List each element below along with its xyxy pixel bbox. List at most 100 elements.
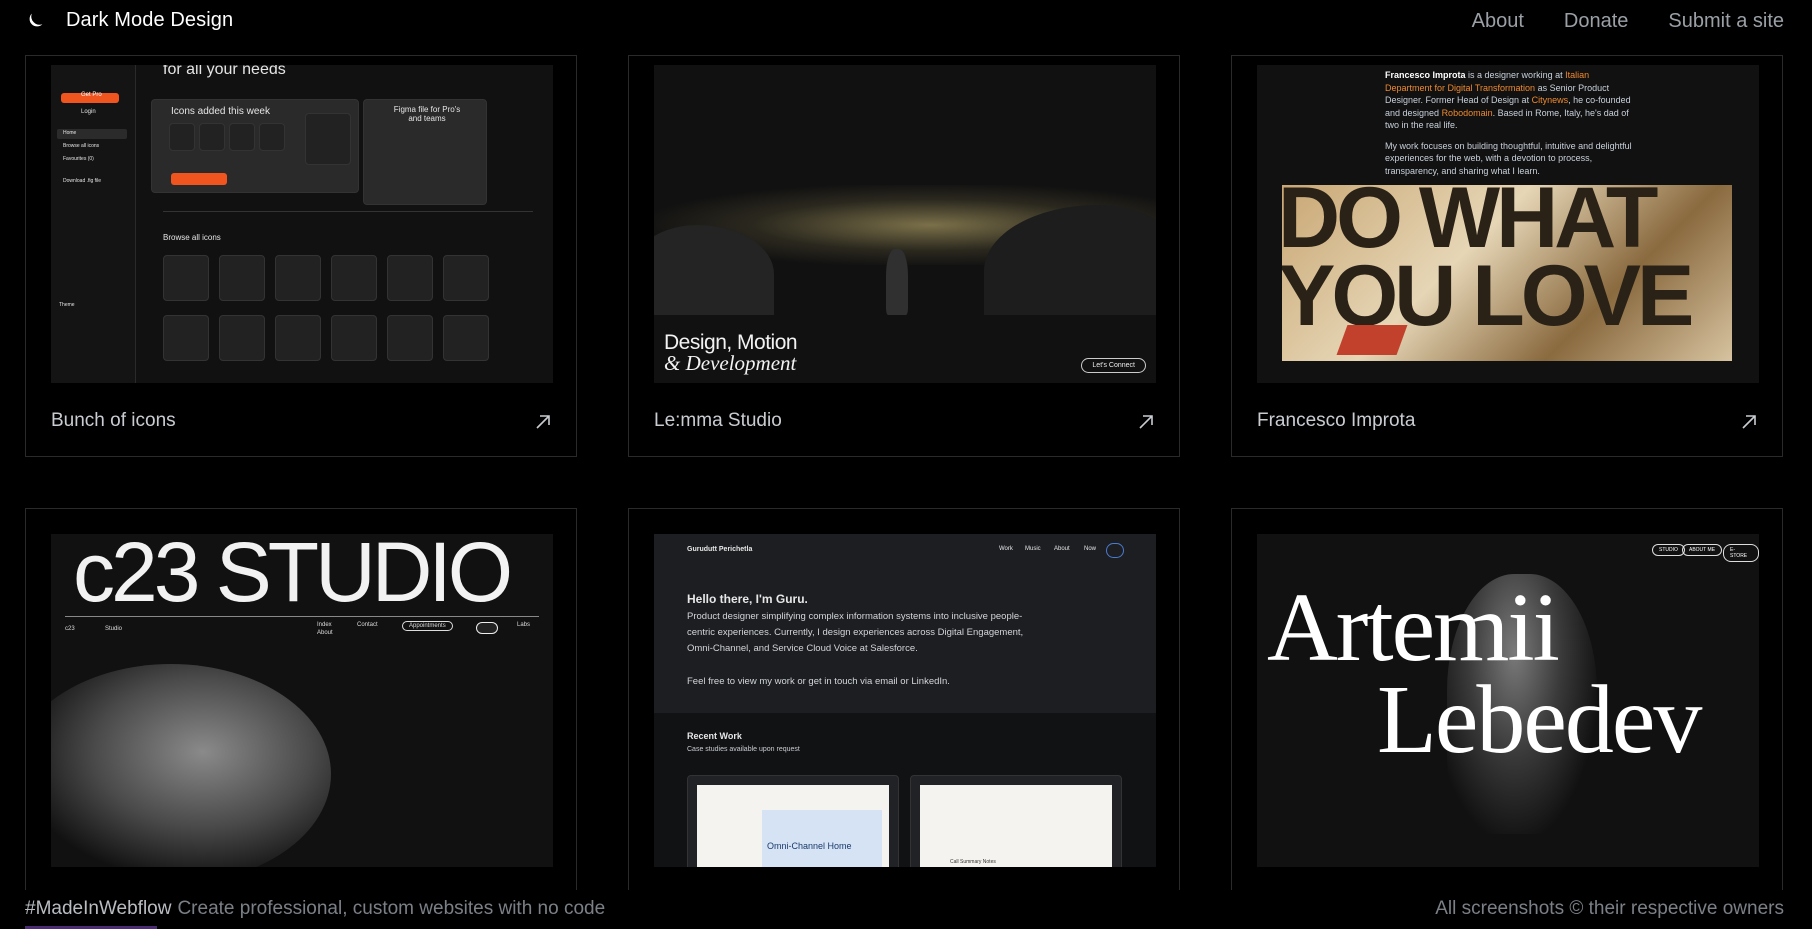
screenshot-icon-tile: [387, 315, 433, 361]
screenshot-icon-tile: [275, 315, 321, 361]
screenshot-recent-title: Recent Work: [687, 731, 742, 741]
screenshot-divider: [163, 211, 533, 212]
screenshot-icon-tile: [387, 255, 433, 301]
screenshot-nav-item: Index: [317, 622, 332, 628]
screenshot-nav-item: About: [1054, 546, 1070, 552]
screenshot-name: Gurudutt Perichetla: [687, 546, 753, 553]
site-card-francesco-improta[interactable]: Francesco Improta is a designer working …: [1231, 55, 1783, 457]
screenshot-toggle: [476, 622, 498, 634]
screenshot-photo: [51, 664, 331, 867]
screenshot-nav-item: Now: [1084, 546, 1097, 552]
card-title: Bunch of icons: [51, 410, 176, 431]
screenshot-theme: Theme: [59, 302, 75, 308]
screenshot-headline: & Development: [664, 351, 797, 375]
screenshot-case-image: Omni-Channel Home: [697, 785, 889, 867]
site-card-artemii-lebedev[interactable]: Artemii Lebedev STUDIO ABOUT ME E-STORE: [1231, 508, 1783, 929]
screenshot-pill: ABOUT ME: [1682, 544, 1723, 556]
screenshot-nav-item: Labs: [517, 622, 531, 628]
screenshot-intro: Product designer simplifying complex inf…: [687, 611, 1024, 654]
screenshot-icon-tile: [219, 315, 265, 361]
screenshot-browse-title: Browse all icons: [163, 233, 221, 242]
screenshot-heading: c23 STUDIO: [73, 534, 513, 619]
screenshot-pill: E-STORE: [1723, 544, 1759, 562]
screenshot-icon-tile: [259, 123, 285, 151]
nav-about[interactable]: About: [1472, 10, 1524, 33]
site-card-gurudutt[interactable]: Gurudutt Perichetla Work Music About Now…: [628, 508, 1180, 929]
screenshot-cta-label: Get Pro: [81, 92, 102, 98]
external-link-arrow-icon[interactable]: [1137, 413, 1155, 431]
screenshot-bio-text: is a designer working at: [1465, 70, 1566, 80]
site-title: Dark Mode Design: [66, 9, 234, 31]
site-screenshot: Gurudutt Perichetla Work Music About Now…: [654, 534, 1156, 867]
screenshot-side-item: Home: [63, 130, 77, 136]
card-title: Le:mma Studio: [654, 410, 782, 431]
site-screenshot: Artemii Lebedev STUDIO ABOUT ME E-STORE: [1257, 534, 1759, 867]
external-link-arrow-icon[interactable]: [534, 413, 552, 431]
site-card-bunch-of-icons[interactable]: Get Pro Login Home Browse all icons Favo…: [25, 55, 577, 457]
screenshot-nav-item: Studio: [105, 626, 123, 632]
screenshot-icon-tile: [331, 255, 377, 301]
site-footer: #MadeInWebflow Create professional, custo…: [0, 890, 1812, 929]
screenshot-icon-tile: [163, 315, 209, 361]
footer-credit: All screenshots © their respective owner…: [1435, 898, 1784, 919]
screenshot-theme-toggle: [1106, 543, 1124, 558]
screenshot-nav-item: Work: [999, 546, 1013, 552]
screenshot-link: Robodomain: [1441, 107, 1493, 118]
screenshot-nav-item: Appointments: [402, 621, 453, 631]
screenshot-contact: Feel free to view my work or get in touc…: [687, 676, 950, 687]
footer-tagline: Create professional, custom websites wit…: [177, 898, 606, 919]
screenshot-icon-tile: [169, 123, 195, 151]
screenshot-divider: [65, 616, 539, 617]
screenshot-link: Citynews: [1531, 95, 1569, 105]
nav-donate[interactable]: Donate: [1564, 10, 1629, 33]
screenshot-nav-item: Music: [1025, 546, 1041, 552]
screenshot-icon-tile: [163, 255, 209, 301]
card-title: Francesco Improta: [1257, 410, 1416, 431]
brand[interactable]: Dark Mode Design: [24, 9, 233, 32]
screenshot-sidebar: Get Pro Login Home Browse all icons Favo…: [51, 65, 136, 383]
screenshot-icon-tile: [229, 123, 255, 151]
screenshot-icon-tile: [275, 255, 321, 301]
screenshot-icon-tile: [331, 315, 377, 361]
screenshot-case-card: Call Summary Notes: [910, 775, 1122, 867]
screenshot-nav-item: c23: [65, 626, 75, 632]
screenshot-case-panel: [762, 810, 882, 867]
screenshot-headline: Lebedev: [1377, 666, 1702, 774]
screenshot-icon-tile: [305, 113, 351, 165]
screenshot-name: Francesco Improta: [1385, 70, 1466, 80]
nav-submit-site[interactable]: Submit a site: [1668, 10, 1784, 33]
screenshot-heading: for all your needs: [163, 65, 286, 78]
moon-icon: [29, 13, 43, 26]
screenshot-side-item: Favourites (0): [63, 156, 94, 162]
top-nav: About Donate Submit a site: [1472, 10, 1784, 33]
site-card-c23-studio[interactable]: c23 STUDIO c23 Studio Index About Contac…: [25, 508, 577, 929]
site-header: Dark Mode Design About Donate Submit a s…: [0, 0, 1812, 44]
screenshot-orange-button: [171, 173, 227, 185]
site-card-lemma-studio[interactable]: Design, Motion & Development Let's Conne…: [628, 55, 1180, 457]
screenshot-figure: [886, 249, 908, 315]
footer-madeinwebflow-link[interactable]: #MadeInWebflow: [25, 898, 171, 919]
site-screenshot: Francesco Improta is a designer working …: [1257, 65, 1759, 383]
screenshot-case-image: Call Summary Notes: [920, 785, 1112, 867]
screenshot-recent-work: Recent Work Case studies available upon …: [654, 713, 1156, 867]
screenshot-case-title: Omni-Channel Home: [767, 841, 852, 851]
screenshot-bio-text: My work focuses on building thoughtful, …: [1385, 140, 1632, 176]
screenshot-nav-item: About: [317, 630, 333, 636]
screenshot-bio: Francesco Improta is a designer working …: [1385, 69, 1635, 177]
screenshot-login: Login: [81, 109, 96, 115]
screenshot-icon-tile: [199, 123, 225, 151]
screenshot-nav-item: Contact: [357, 622, 378, 628]
screenshot-side-item: Browse all icons: [63, 143, 100, 149]
site-screenshot: Get Pro Login Home Browse all icons Favo…: [51, 65, 553, 383]
screenshot-connect-button: Let's Connect: [1081, 358, 1146, 373]
screenshot-photo-text: DO WHAT YOU LOVE: [1282, 185, 1694, 344]
screenshot-hero: Gurudutt Perichetla Work Music About Now…: [654, 534, 1156, 713]
external-link-arrow-icon[interactable]: [1740, 413, 1758, 431]
footer-webflow: #MadeInWebflow Create professional, custo…: [25, 898, 605, 920]
screenshot-recent-sub: Case studies available upon request: [687, 746, 800, 753]
screenshot-icon-tile: [443, 315, 489, 361]
screenshot-case-card: Omni-Channel Home: [687, 775, 899, 867]
site-screenshot: c23 STUDIO c23 Studio Index About Contac…: [51, 534, 553, 867]
site-screenshot: Design, Motion & Development Let's Conne…: [654, 65, 1156, 383]
screenshot-photo-accent: [1336, 325, 1408, 355]
